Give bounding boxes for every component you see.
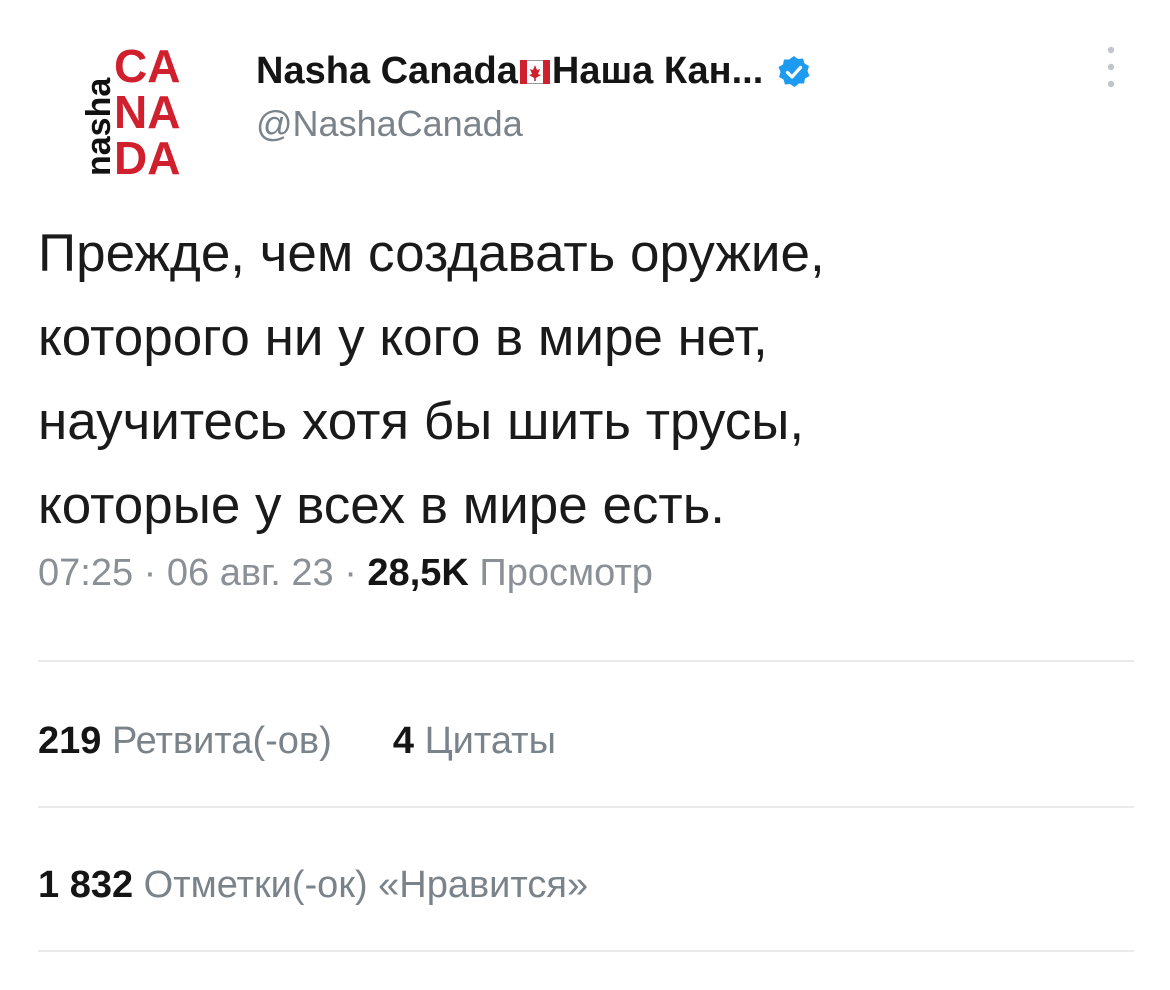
display-name-part-1: Nasha Canada: [256, 50, 518, 92]
retweets-stat[interactable]: 219 Ретвита(-ов): [38, 720, 342, 762]
avatar[interactable]: nasha CA NA DA: [62, 38, 222, 178]
divider: [38, 950, 1134, 952]
stats-row-retweets-quotes: 219 Ретвита(-ов) 4 Цитаты: [38, 720, 556, 763]
likes-label: Отметки(-ок) «Нравится»: [143, 864, 589, 906]
display-name[interactable]: Nasha Canada Наша Кан...: [256, 50, 811, 93]
canada-flag-icon: [519, 59, 550, 84]
account-names: Nasha Canada Наша Кан... @NashaCanada: [256, 50, 811, 145]
meta-separator: ·: [143, 552, 157, 594]
quotes-label: Цитаты: [424, 720, 556, 762]
logo-line-1: CA: [114, 40, 180, 92]
retweets-label: Ретвита(-ов): [111, 720, 332, 762]
tweet-time[interactable]: 07:25: [38, 552, 133, 594]
tweet-text: Прежде, чем создавать оружие, которого н…: [38, 224, 825, 535]
divider: [38, 806, 1134, 808]
display-name-part-2: Наша Кан...: [551, 50, 764, 92]
logo-line-3: DA: [114, 132, 180, 178]
quotes-count: 4: [392, 720, 414, 762]
meta-separator: ·: [344, 552, 357, 594]
retweets-count: 219: [38, 720, 102, 762]
logo-line-2: NA: [114, 86, 180, 138]
likes-count: 1 832: [38, 864, 134, 906]
tweet-date[interactable]: 06 авг. 23: [167, 552, 334, 594]
quotes-stat[interactable]: 4 Цитаты: [393, 720, 556, 762]
views-label: Просмотр: [479, 552, 653, 594]
tweet-header: nasha CA NA DA Nasha Canada Наша Кан... …: [38, 32, 1138, 178]
tweet-meta: 07:25 · 06 авг. 23 · 28,5K Просмотр: [38, 552, 653, 595]
logo-side-text: nasha: [80, 77, 118, 176]
more-options-icon[interactable]: [1106, 42, 1116, 92]
views-count: 28,5K: [367, 552, 469, 594]
verified-badge-icon: [778, 55, 810, 87]
likes-stat[interactable]: 1 832 Отметки(-ок) «Нравится»: [38, 864, 588, 907]
account-handle[interactable]: @NashaCanada: [256, 103, 811, 145]
divider: [38, 660, 1134, 662]
